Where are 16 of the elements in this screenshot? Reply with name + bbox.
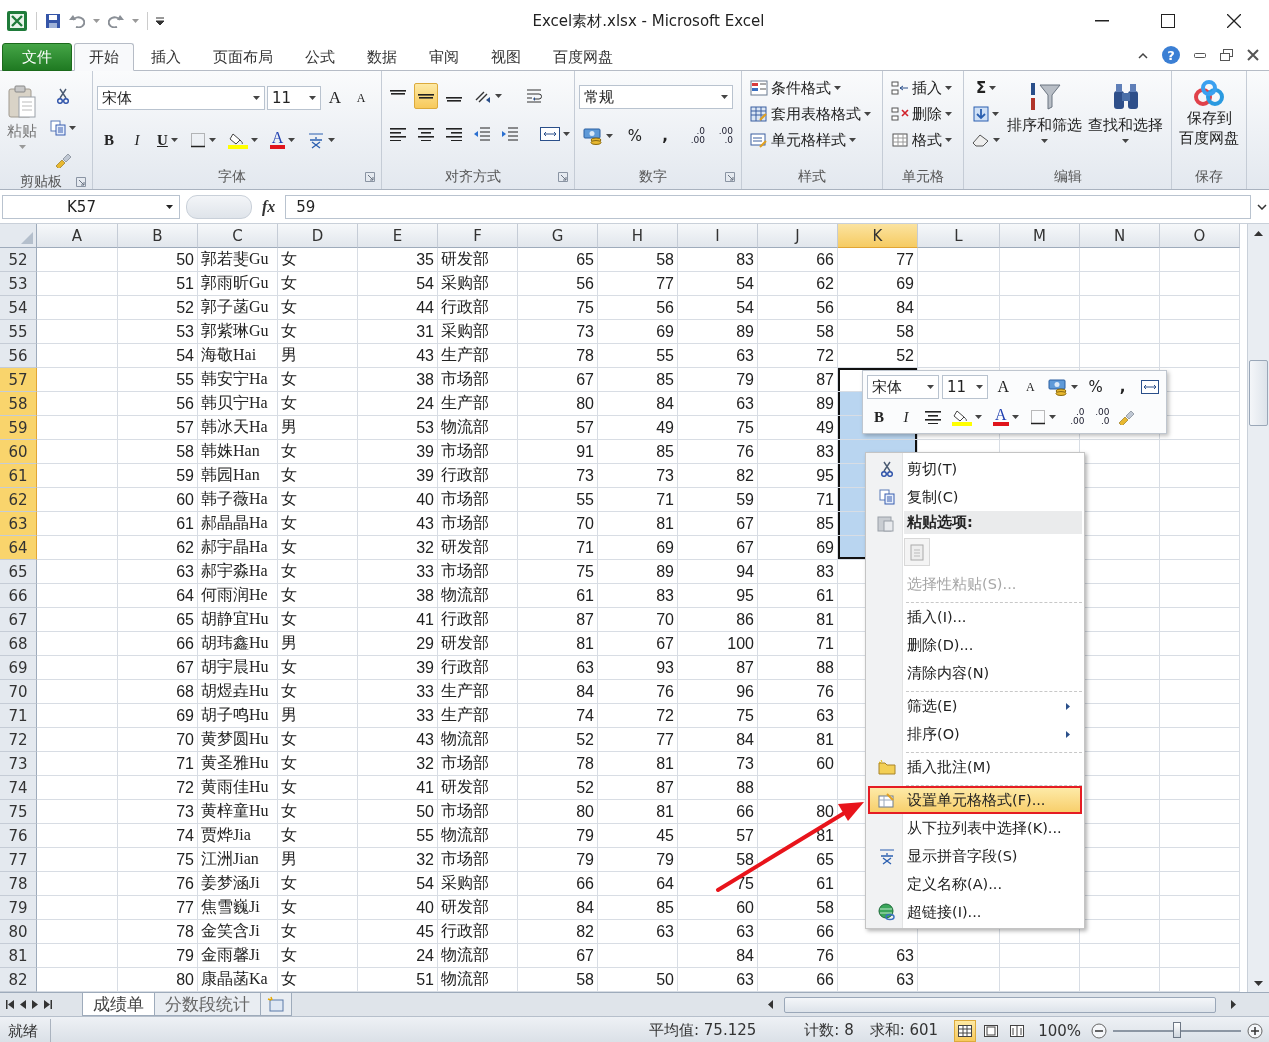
group-label: 对齐方式 <box>444 168 502 186</box>
status-average: 平均值: 75.125 <box>649 1021 757 1040</box>
group-label: 单元格 <box>901 168 945 186</box>
group-label: 数字 <box>638 168 668 186</box>
menu-section-header: 粘贴选项: <box>906 513 973 532</box>
group-label: 剪贴板 <box>19 173 63 191</box>
menu-item: 选择性粘贴(S)... <box>906 574 1018 594</box>
group-label: 保存 <box>1194 168 1224 186</box>
group-label: 字体 <box>217 168 247 186</box>
window-title: Excel素材.xlsx - Microsoft Excel <box>531 11 766 31</box>
status-count: 计数: 8 <box>804 1021 854 1040</box>
group-label: 样式 <box>797 168 827 186</box>
status-sum: 求和: 601 <box>869 1021 939 1040</box>
status-text: 就绪 <box>0 1018 51 1042</box>
group-label: 编辑 <box>1052 168 1083 186</box>
zoom-level: 100% <box>1038 1021 1082 1040</box>
